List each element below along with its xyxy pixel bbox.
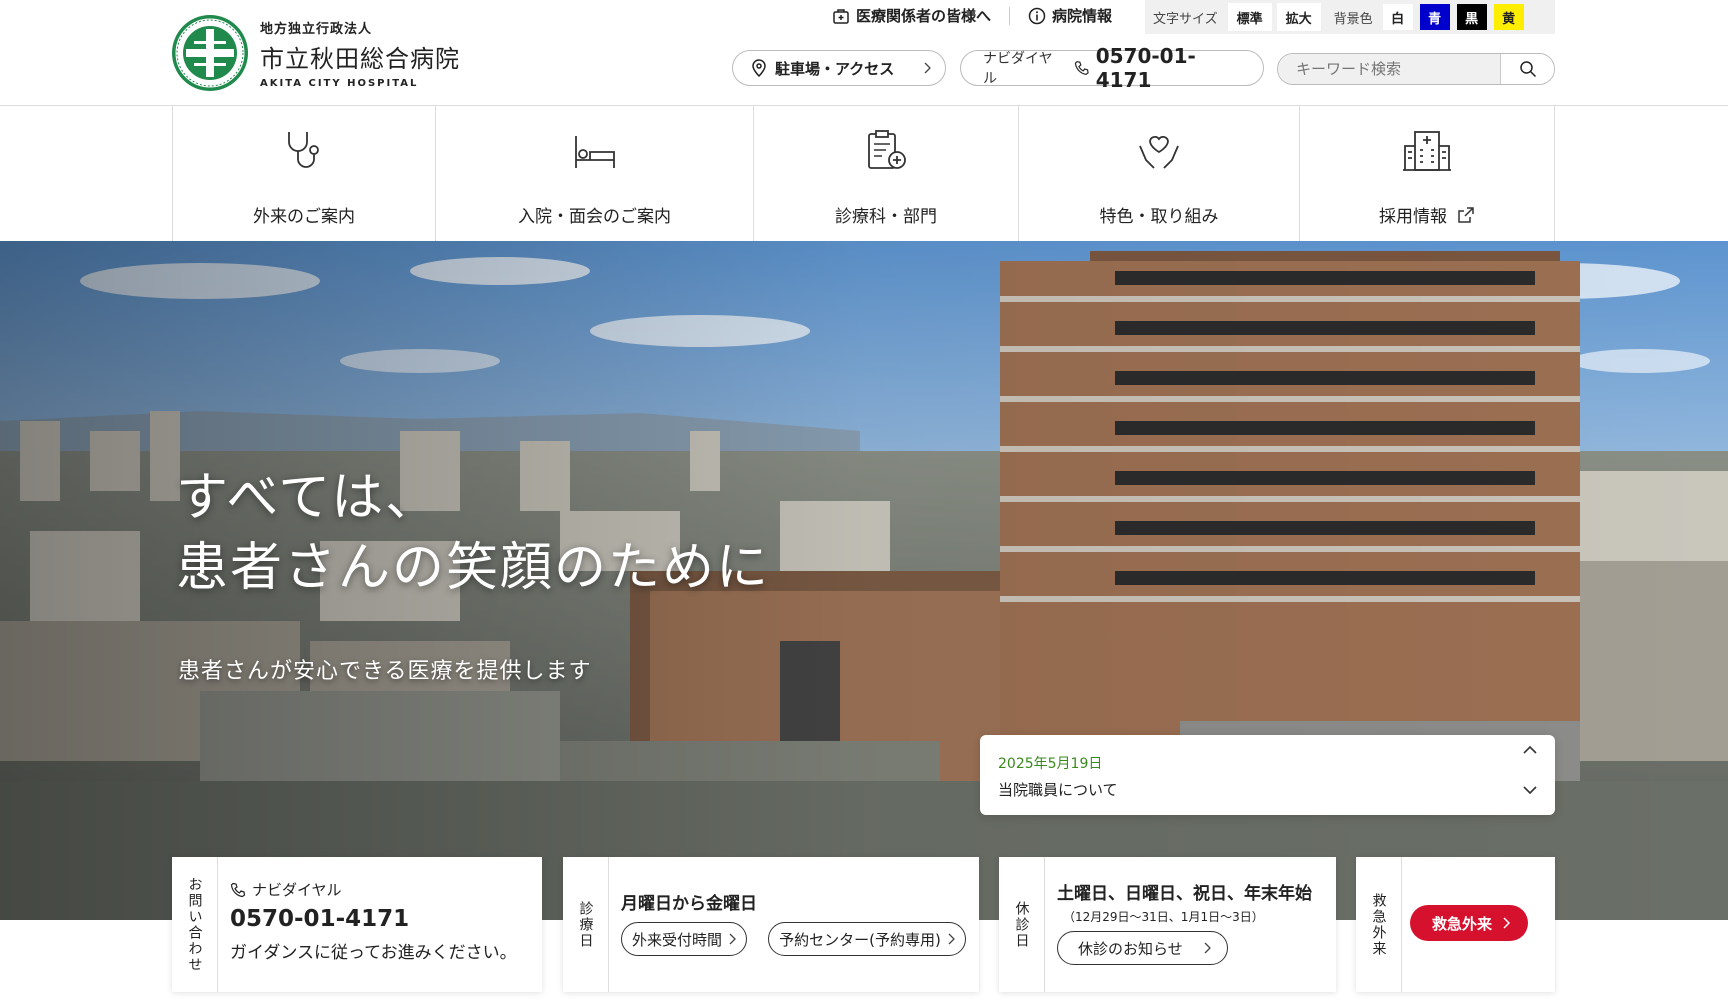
reservation-center-label: 予約センター(予約専用)	[779, 930, 941, 949]
chevron-down-icon[interactable]	[1523, 785, 1537, 795]
clinic-days-text: 月曜日から金曜日	[621, 894, 757, 914]
info-icon	[1028, 7, 1046, 24]
contact-card: お問い合わせ ナビダイヤル 0570-01-4171 ガイダンスに従ってお進みく…	[172, 857, 542, 992]
hospital-info-link[interactable]: 病院情報	[1028, 5, 1112, 26]
news-date: 2025年5月19日	[998, 756, 1103, 772]
nav-label: 特色・取り組み	[1099, 207, 1219, 227]
contact-dial-label: ナビダイヤル	[252, 881, 342, 899]
hero-title-line2: 患者さんの笑顔のために	[176, 538, 771, 598]
nav-label: 入院・面会のご案内	[518, 207, 671, 227]
clinic-days-card: 診療日 月曜日から金曜日 外来受付時間 予約センター(予約専用)	[563, 857, 979, 992]
chevron-right-icon	[924, 62, 931, 74]
access-label: 駐車場・アクセス	[775, 59, 895, 78]
info-cards: お問い合わせ ナビダイヤル 0570-01-4171 ガイダンスに従ってお進みく…	[0, 857, 1728, 1000]
nav-item-features[interactable]: 特色・取り組み	[1019, 106, 1300, 241]
navi-dial-label: ナビダイヤル	[983, 51, 1053, 87]
phone-icon	[230, 882, 246, 897]
emergency-label: 救急外来	[1356, 857, 1402, 992]
emergency-button-label: 救急外来	[1432, 914, 1493, 933]
chevron-right-icon	[1503, 917, 1511, 929]
phone-icon	[1075, 61, 1089, 75]
search-input[interactable]	[1278, 54, 1501, 84]
news-ticker[interactable]: 2025年5月19日 当院職員について	[980, 735, 1555, 815]
emergency-card: 救急外来 救急外来	[1356, 857, 1555, 992]
top-links: 医療関係者の皆様へ 病院情報	[832, 5, 1112, 26]
outpatient-hours-label: 外来受付時間	[632, 930, 723, 949]
hero-title-line1: すべては、	[176, 468, 440, 528]
contact-note: ガイダンスに従ってお進みください。	[230, 943, 517, 963]
hero-title: すべては、 患者さんの笑顔のために	[176, 463, 770, 603]
chevron-right-icon	[729, 933, 736, 945]
nav-label-text: 採用情報	[1379, 207, 1447, 227]
logo-english: AKITA CITY HOSPITAL	[260, 77, 419, 89]
bg-black-button[interactable]: 黒	[1456, 4, 1487, 30]
holidays-label: 休診日	[999, 857, 1045, 992]
holidays-detail: （12月29日～31日、1月1日～3日）	[1063, 910, 1264, 924]
search-box	[1277, 53, 1555, 85]
outpatient-hours-button[interactable]: 外来受付時間	[621, 922, 748, 956]
holidays-text: 土曜日、日曜日、祝日、年末年始	[1057, 884, 1312, 904]
news-title: 当院職員について	[998, 781, 1118, 799]
external-link-icon	[1458, 206, 1474, 223]
bg-white-button[interactable]: 白	[1382, 4, 1413, 30]
contact-number[interactable]: 0570-01-4171	[230, 906, 532, 932]
nav-label: 採用情報	[1379, 202, 1475, 227]
clipboard-medical-icon	[868, 130, 906, 169]
medical-staff-label: 医療関係者の皆様へ	[856, 7, 992, 25]
chevron-right-icon	[948, 933, 955, 945]
nav-item-departments[interactable]: 診療科・部門	[754, 106, 1019, 241]
global-nav: 外来のご案内 入院・面会のご案内 診療科・部門 特色・取り組み 採用情報	[0, 105, 1728, 241]
hospital-seal-icon	[172, 15, 248, 91]
bed-icon	[574, 136, 615, 168]
logo-name: 市立秋田総合病院	[260, 44, 460, 73]
nav-label: 外来のご案内	[253, 207, 355, 227]
building-icon	[1403, 131, 1451, 171]
hero-section: すべては、 患者さんの笑顔のために 患者さんが安心できる医療を提供します	[0, 241, 1728, 920]
search-icon	[1519, 61, 1536, 78]
search-button[interactable]	[1500, 54, 1554, 84]
holidays-card: 休診日 土曜日、日曜日、祝日、年末年始 （12月29日～31日、1月1日～3日）…	[999, 857, 1336, 992]
nav-item-inpatient[interactable]: 入院・面会のご案内	[436, 106, 754, 241]
logo-subtitle: 地方独立行政法人	[260, 21, 373, 37]
nav-item-outpatient[interactable]: 外来のご案内	[173, 106, 436, 241]
hands-heart-icon	[1139, 136, 1179, 169]
stethoscope-icon	[288, 132, 319, 168]
reservation-center-button[interactable]: 予約センター(予約専用)	[768, 922, 966, 956]
contact-label: お問い合わせ	[172, 857, 218, 992]
location-pin-icon	[752, 59, 766, 77]
chevron-up-icon[interactable]	[1523, 745, 1537, 755]
nav-label: 診療科・部門	[835, 207, 937, 227]
bg-blue-button[interactable]: 青	[1419, 4, 1450, 30]
closure-notice-button[interactable]: 休診のお知らせ	[1057, 931, 1228, 965]
navi-dial-button[interactable]: ナビダイヤル 0570-01-4171	[960, 44, 1264, 92]
font-size-label: 文字サイズ	[1153, 11, 1218, 27]
hospital-logo[interactable]: 地方独立行政法人 市立秋田総合病院 AKITA CITY HOSPITAL	[172, 15, 460, 91]
access-button[interactable]: 駐車場・アクセス	[732, 50, 946, 86]
chevron-right-icon	[1204, 942, 1211, 954]
medical-bag-icon	[833, 8, 849, 24]
hospital-info-label: 病院情報	[1052, 7, 1113, 25]
nav-item-recruit[interactable]: 採用情報	[1300, 106, 1555, 241]
bg-yellow-button[interactable]: 黄	[1493, 4, 1524, 30]
medical-staff-link[interactable]: 医療関係者の皆様へ	[832, 5, 991, 26]
navi-dial-number: 0570-01-4171	[1095, 44, 1196, 92]
divider	[1009, 6, 1011, 25]
emergency-button[interactable]: 救急外来	[1410, 905, 1529, 941]
closure-notice-label: 休診のお知らせ	[1078, 939, 1183, 958]
accessibility-bar: 文字サイズ 標準 拡大 背景色 白 青 黒 黄	[1145, 0, 1555, 34]
hero-subtitle: 患者さんが安心できる医療を提供します	[178, 659, 592, 684]
font-large-button[interactable]: 拡大	[1276, 3, 1321, 31]
background-color-label: 背景色	[1333, 11, 1373, 27]
font-standard-button[interactable]: 標準	[1227, 3, 1272, 31]
site-header: 地方独立行政法人 市立秋田総合病院 AKITA CITY HOSPITAL 医療…	[0, 0, 1728, 106]
clinic-days-label: 診療日	[563, 857, 609, 992]
